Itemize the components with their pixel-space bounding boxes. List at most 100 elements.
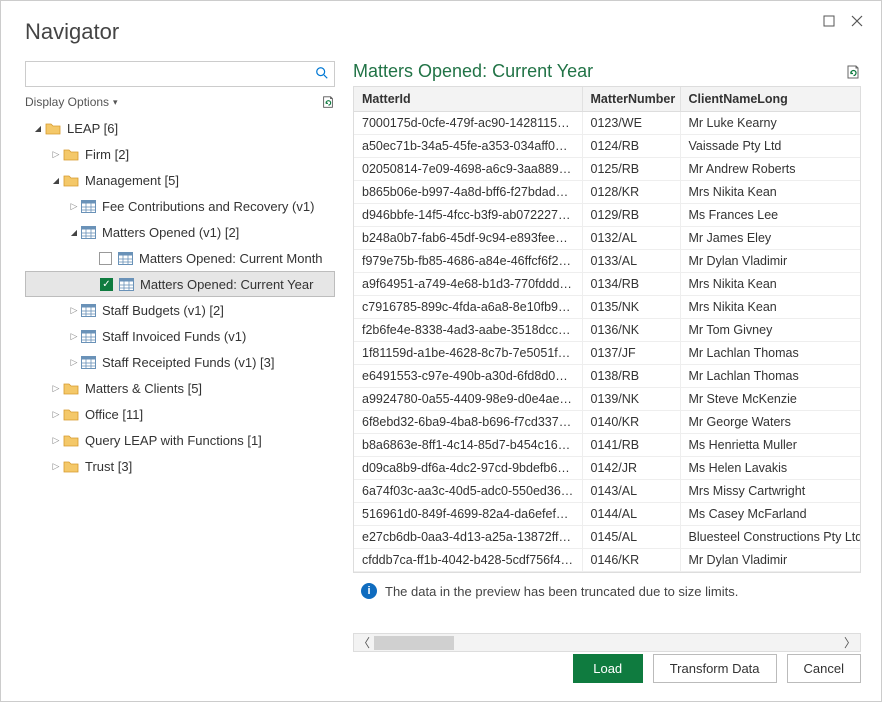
tree-item-firm[interactable]: ▷ Firm [2]: [25, 141, 335, 167]
window-close-icon[interactable]: [849, 13, 865, 29]
export-icon[interactable]: [845, 64, 861, 80]
chevron-right-icon[interactable]: ▷: [67, 357, 81, 368]
tree-item-label: Fee Contributions and Recovery (v1): [102, 199, 314, 214]
tree-item-management[interactable]: ◢ Management [5]: [25, 167, 335, 193]
table-row[interactable]: 6a74f03c-aa3c-40d5-adc0-550ed36307310143…: [354, 480, 861, 503]
scroll-left-icon[interactable]: 〈: [354, 634, 374, 651]
tree-item-matters-current-year[interactable]: ▷✓Matters Opened: Current Year: [25, 271, 335, 297]
load-button[interactable]: Load: [573, 654, 643, 683]
tree-item-label: Trust [3]: [85, 459, 132, 474]
tree-item-staff-invoiced[interactable]: ▷ Staff Invoiced Funds (v1): [25, 323, 335, 349]
chevron-right-icon[interactable]: ▷: [67, 331, 81, 342]
table-row[interactable]: 7000175d-0cfe-479f-ac90-1428115a557d0123…: [354, 112, 861, 135]
chevron-right-icon[interactable]: ▷: [67, 305, 81, 316]
folder-icon: [45, 122, 61, 135]
table-cell: 0144/AL: [582, 503, 680, 526]
tree-item-staff-receipted[interactable]: ▷Staff Receipted Funds (v1) [3]: [25, 349, 335, 375]
tree-item-leap-root[interactable]: ◢ LEAP [6]: [25, 115, 335, 141]
transform-data-button[interactable]: Transform Data: [653, 654, 777, 683]
horizontal-scrollbar[interactable]: 〈 〉: [353, 633, 861, 652]
preview-pane: Matters Opened: Current Year MatterIdMat…: [353, 61, 861, 633]
table-row[interactable]: d09ca8b9-df6a-4dc2-97cd-9bdefb6c3a6a0142…: [354, 457, 861, 480]
table-row[interactable]: 6f8ebd32-6ba9-4ba8-b696-f7cd337ee9560140…: [354, 411, 861, 434]
tree-item-office[interactable]: ▷Office [11]: [25, 401, 335, 427]
chevron-right-icon[interactable]: ▷: [49, 149, 63, 160]
column-header[interactable]: ClientNameLong: [680, 87, 861, 112]
folder-icon: [63, 434, 79, 447]
preview-title: Matters Opened: Current Year: [353, 61, 593, 82]
chevron-down-icon[interactable]: ◢: [67, 228, 81, 237]
table-row[interactable]: b8a6863e-8ff1-4c14-85d7-b454c1626a480141…: [354, 434, 861, 457]
chevron-right-icon[interactable]: ▷: [67, 201, 81, 212]
table-icon: [81, 304, 96, 317]
search-icon[interactable]: [315, 66, 329, 80]
table-row[interactable]: a50ec71b-34a5-45fe-a353-034aff09e3c60124…: [354, 135, 861, 158]
table-row[interactable]: cfddb7ca-ff1b-4042-b428-5cdf756f437b0146…: [354, 549, 861, 572]
table-row[interactable]: f2b6fe4e-8338-4ad3-aabe-3518dccf73030136…: [354, 319, 861, 342]
cancel-button[interactable]: Cancel: [787, 654, 861, 683]
window-maximize-icon[interactable]: [821, 13, 837, 29]
table-cell: 0137/JF: [582, 342, 680, 365]
chevron-down-icon[interactable]: ◢: [49, 176, 63, 185]
table-row[interactable]: e27cb6db-0aa3-4d13-a25a-13872ffa25340145…: [354, 526, 861, 549]
tree-item-label: Staff Invoiced Funds (v1): [102, 329, 246, 344]
tree-item-query-leap-functions[interactable]: ▷Query LEAP with Functions [1]: [25, 427, 335, 453]
table-row[interactable]: 02050814-7e09-4698-a6c9-3aa889cb57da0125…: [354, 158, 861, 181]
column-header[interactable]: MatterId: [354, 87, 582, 112]
table-cell: 0142/JR: [582, 457, 680, 480]
preview-table[interactable]: MatterIdMatterNumberClientNameLong 70001…: [354, 87, 861, 572]
tree-item-trust[interactable]: ▷ Trust [3]: [25, 453, 335, 479]
table-row[interactable]: b248a0b7-fab6-45df-9c94-e893fee0933d0132…: [354, 227, 861, 250]
display-options-dropdown[interactable]: Display Options ▾: [25, 95, 118, 109]
table-row[interactable]: f979e75b-fb85-4686-a84e-46ffcf6f26c50133…: [354, 250, 861, 273]
source-tree[interactable]: ◢ LEAP [6] ▷ Firm [2] ◢ Management [5] ▷ Fee Co…: [25, 115, 335, 633]
table-cell: Mr Luke Kearny: [680, 112, 861, 135]
table-row[interactable]: b865b06e-b997-4a8d-bff6-f27bdadec0ac0128…: [354, 181, 861, 204]
tree-item-label: Staff Budgets (v1) [2]: [102, 303, 224, 318]
table-cell: Vaissade Pty Ltd: [680, 135, 861, 158]
chevron-right-icon[interactable]: ▷: [49, 409, 63, 420]
tree-item-label: LEAP [6]: [67, 121, 118, 136]
chevron-down-icon[interactable]: ◢: [31, 124, 45, 133]
tree-checkbox[interactable]: [99, 252, 112, 265]
table-cell: 0145/AL: [582, 526, 680, 549]
table-row[interactable]: 516961d0-849f-4699-82a4-da6efef2169d0144…: [354, 503, 861, 526]
table-cell: d09ca8b9-df6a-4dc2-97cd-9bdefb6c3a6a: [354, 457, 582, 480]
table-cell: b865b06e-b997-4a8d-bff6-f27bdadec0ac: [354, 181, 582, 204]
table-row[interactable]: a9f64951-a749-4e68-b1d3-770fddd429b80134…: [354, 273, 861, 296]
chevron-right-icon[interactable]: ▷: [49, 383, 63, 394]
column-header[interactable]: MatterNumber: [582, 87, 680, 112]
table-row[interactable]: a9924780-0a55-4409-98e9-d0e4ae3dce1b0139…: [354, 388, 861, 411]
table-cell: e27cb6db-0aa3-4d13-a25a-13872ffa2534: [354, 526, 582, 549]
folder-icon: [63, 148, 79, 161]
search-input[interactable]: [25, 61, 335, 87]
scroll-thumb[interactable]: [374, 636, 454, 650]
tree-item-label: Management [5]: [85, 173, 179, 188]
table-row[interactable]: e6491553-c97e-490b-a30d-6fd8d0acde4c0138…: [354, 365, 861, 388]
chevron-right-icon[interactable]: ▷: [49, 435, 63, 446]
table-cell: Ms Henrietta Muller: [680, 434, 861, 457]
table-row[interactable]: c7916785-899c-4fda-a6a8-8e10fb944bf60135…: [354, 296, 861, 319]
table-row[interactable]: d946bbfe-14f5-4fcc-b3f9-ab0722274f900129…: [354, 204, 861, 227]
table-cell: Mr Dylan Vladimir: [680, 549, 861, 572]
table-cell: Mr Lachlan Thomas: [680, 342, 861, 365]
refresh-icon[interactable]: [321, 95, 335, 109]
tree-item-staff-budgets[interactable]: ▷ Staff Budgets (v1) [2]: [25, 297, 335, 323]
chevron-right-icon[interactable]: ▷: [49, 461, 63, 472]
scroll-right-icon[interactable]: 〉: [840, 634, 860, 651]
table-cell: 0125/RB: [582, 158, 680, 181]
tree-item-matters-current-month[interactable]: ▷Matters Opened: Current Month: [25, 245, 335, 271]
table-cell: 02050814-7e09-4698-a6c9-3aa889cb57da: [354, 158, 582, 181]
table-cell: d946bbfe-14f5-4fcc-b3f9-ab0722274f90: [354, 204, 582, 227]
tree-item-matters-clients[interactable]: ▷Matters & Clients [5]: [25, 375, 335, 401]
table-cell: Ms Casey McFarland: [680, 503, 861, 526]
table-icon: [118, 252, 133, 265]
table-row[interactable]: 1f81159d-a1be-4628-8c7b-7e5051f9cb870137…: [354, 342, 861, 365]
tree-item-matters-opened[interactable]: ◢Matters Opened (v1) [2]: [25, 219, 335, 245]
table-icon: [119, 278, 134, 291]
info-icon: i: [361, 583, 377, 599]
tree-item-label: Firm [2]: [85, 147, 129, 162]
tree-item-fee-contributions[interactable]: ▷ Fee Contributions and Recovery (v1): [25, 193, 335, 219]
table-cell: a9f64951-a749-4e68-b1d3-770fddd429b8: [354, 273, 582, 296]
tree-checkbox[interactable]: ✓: [100, 278, 113, 291]
